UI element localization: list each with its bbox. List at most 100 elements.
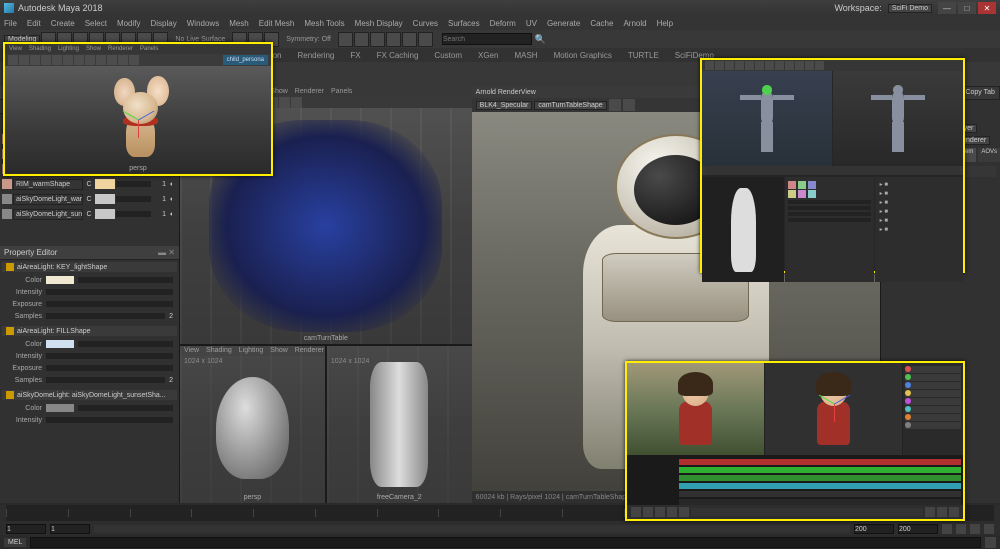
anim-track[interactable] (629, 498, 961, 505)
viewport-tool-icon[interactable] (118, 55, 128, 65)
light-icon[interactable] (2, 194, 12, 204)
cur-start-frame[interactable] (50, 524, 90, 534)
render-tool-icon[interactable] (623, 99, 635, 111)
slider[interactable] (788, 218, 870, 222)
tool-icon[interactable] (805, 61, 814, 70)
menu-file[interactable]: File (4, 19, 17, 28)
toolbar-button[interactable] (402, 32, 417, 47)
layer-row[interactable] (905, 390, 961, 397)
anim-tracks[interactable] (627, 455, 963, 505)
tree-item[interactable]: ▸ ■ (878, 180, 960, 189)
color-swatch[interactable] (808, 181, 816, 189)
transform-manipulator[interactable] (138, 120, 168, 150)
viewport-tool-icon[interactable] (74, 55, 84, 65)
menu-edit-mesh[interactable]: Edit Mesh (259, 19, 295, 28)
anim-track[interactable] (629, 458, 961, 465)
symmetry-label[interactable]: Symmetry: Off (286, 36, 331, 43)
mel-label[interactable]: MEL (4, 538, 26, 547)
tool-icon[interactable] (715, 61, 724, 70)
section-header[interactable]: aiAreaLight: KEY_lightShape (2, 262, 177, 272)
tool-icon[interactable] (725, 61, 734, 70)
viewport-tool-icon[interactable] (107, 55, 117, 65)
playback-play-icon[interactable] (956, 524, 966, 534)
toolbar-button[interactable] (354, 32, 369, 47)
toolbar-button[interactable] (370, 32, 385, 47)
tool-icon[interactable] (795, 61, 804, 70)
attr-slider[interactable] (46, 313, 165, 319)
track-clip[interactable] (679, 491, 961, 497)
anim-track[interactable] (629, 490, 961, 497)
command-input[interactable] (30, 537, 981, 548)
layer-row[interactable] (905, 422, 961, 429)
menu-create[interactable]: Create (51, 19, 75, 28)
timeline-scrubber[interactable] (705, 166, 960, 175)
viewport-menu-item[interactable]: Shading (29, 46, 51, 52)
end-frame[interactable] (898, 524, 938, 534)
light-name[interactable]: aiSkyDomeLight_warehouseS... (13, 194, 83, 205)
menu-mesh[interactable]: Mesh (229, 19, 249, 28)
viewport-tool-icon[interactable] (129, 55, 139, 65)
light-toggle[interactable]: C (84, 196, 94, 203)
menu-deform[interactable]: Deform (490, 19, 516, 28)
step-back-icon[interactable] (643, 507, 653, 517)
color-swatch[interactable] (788, 181, 796, 189)
slider[interactable] (788, 206, 870, 210)
layer-row[interactable] (905, 366, 961, 373)
viewport-tool-icon[interactable] (291, 97, 302, 108)
color-swatch[interactable] (798, 181, 806, 189)
tree-item[interactable]: ▸ ■ (878, 225, 960, 234)
visibility-toggle[interactable]: ◐ (167, 196, 177, 203)
anim-track[interactable] (629, 466, 961, 473)
attr-slider[interactable] (46, 417, 173, 423)
tool-icon[interactable] (755, 61, 764, 70)
tool-icon[interactable] (705, 61, 714, 70)
tool-icon[interactable] (745, 61, 754, 70)
attr-slider[interactable] (78, 277, 173, 283)
workspace-selector[interactable]: SciFi Demo (888, 4, 932, 13)
shelf-tab[interactable]: MASH (510, 50, 541, 61)
playback-loop-icon[interactable] (984, 524, 994, 534)
close-icon[interactable]: ▬ ✕ (158, 248, 175, 257)
layer-row[interactable] (905, 398, 961, 405)
color-swatch[interactable] (46, 404, 74, 412)
viewport-tool-icon[interactable] (41, 55, 51, 65)
viewport-tool-icon[interactable] (63, 55, 73, 65)
attr-slider[interactable] (46, 289, 173, 295)
attr-slider[interactable] (46, 301, 173, 307)
settings-subtab[interactable]: AOVs (978, 148, 1000, 162)
playback-next-icon[interactable] (970, 524, 980, 534)
menu-edit[interactable]: Edit (27, 19, 41, 28)
goto-start-icon[interactable] (631, 507, 641, 517)
rig-viewport-3d[interactable] (702, 71, 832, 166)
render-tool-icon[interactable] (609, 99, 621, 111)
tree-item[interactable]: ▸ ■ (878, 207, 960, 216)
key-icon[interactable] (937, 507, 947, 517)
viewport-tool-icon[interactable] (279, 97, 290, 108)
layer-row[interactable] (905, 406, 961, 413)
shelf-tab[interactable]: FX (346, 50, 364, 61)
weight-paint-view[interactable] (702, 177, 784, 282)
toolbar-button[interactable] (418, 32, 433, 47)
intensity-slider[interactable] (116, 196, 151, 202)
visibility-toggle[interactable]: ◐ (167, 211, 177, 218)
light-name[interactable]: aiSkyDomeLight_sunsetShape (13, 209, 83, 220)
cur-end-frame[interactable] (854, 524, 894, 534)
toolbar-button[interactable] (386, 32, 401, 47)
viewport-menu-item[interactable]: View (9, 46, 22, 52)
outliner-tree[interactable]: ▸ ■ ▸ ■ ▸ ■ ▸ ■ ▸ ■ ▸ ■ (875, 177, 963, 282)
tool-icon[interactable] (785, 61, 794, 70)
slider[interactable] (788, 212, 870, 216)
track-clip[interactable] (679, 483, 961, 489)
menu-display[interactable]: Display (151, 19, 177, 28)
section-header[interactable]: aiAreaLight: FILLShape (2, 326, 177, 336)
anim-track[interactable] (629, 474, 961, 481)
step-forward-icon[interactable] (667, 507, 677, 517)
shelf-tab[interactable]: Rendering (293, 50, 338, 61)
shelf-tab[interactable]: Custom (430, 50, 466, 61)
close-button[interactable]: ✕ (978, 2, 996, 14)
shelf-tab[interactable]: Motion Graphics (550, 50, 616, 61)
range-bar[interactable] (94, 525, 850, 533)
tool-icon[interactable] (775, 61, 784, 70)
loop-icon[interactable] (925, 507, 935, 517)
color-swatch[interactable] (808, 190, 816, 198)
